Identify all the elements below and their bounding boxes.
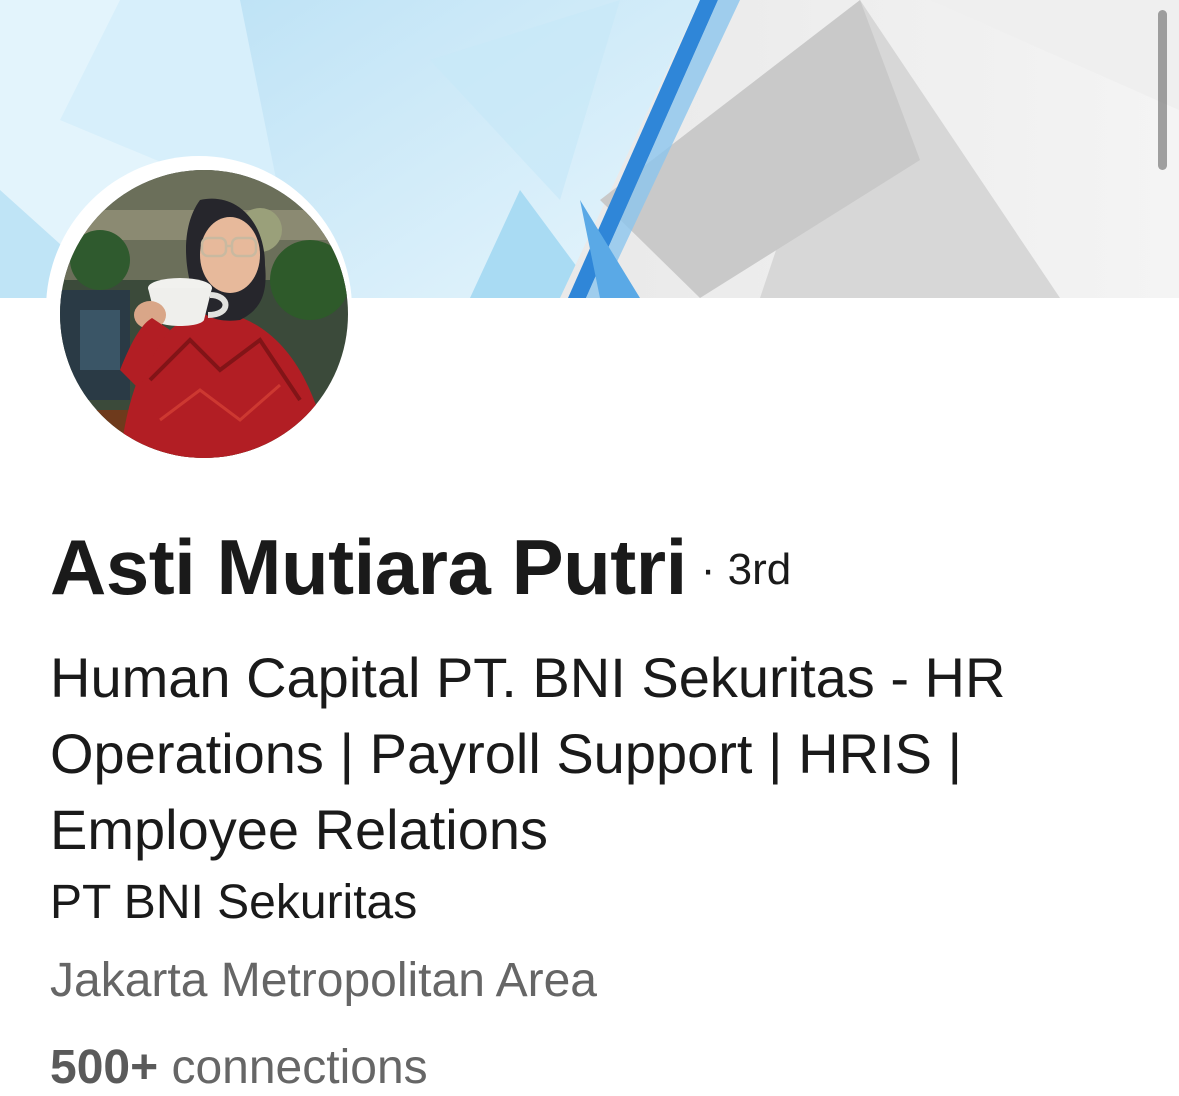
connections-count: 500+ [50, 1041, 159, 1094]
scrollbar[interactable] [1158, 10, 1167, 170]
profile-headline: Human Capital PT. BNI Sekuritas - HR Ope… [50, 646, 1006, 861]
connections-label: connections [171, 1041, 428, 1094]
profile-location: Jakarta Metropolitan Area [50, 954, 597, 1007]
profile-name-row: Asti Mutiara Putri · 3rd [50, 522, 791, 613]
connections-link[interactable]: 500+ connections [50, 1040, 428, 1095]
profile-page: Asti Mutiara Putri · 3rd Human Capital P… [0, 0, 1179, 1096]
profile-photo-avatar[interactable] [60, 170, 348, 458]
profile-company[interactable]: PT BNI Sekuritas [50, 875, 417, 930]
connection-degree: · 3rd [700, 545, 792, 594]
profile-name: Asti Mutiara Putri [50, 523, 687, 611]
